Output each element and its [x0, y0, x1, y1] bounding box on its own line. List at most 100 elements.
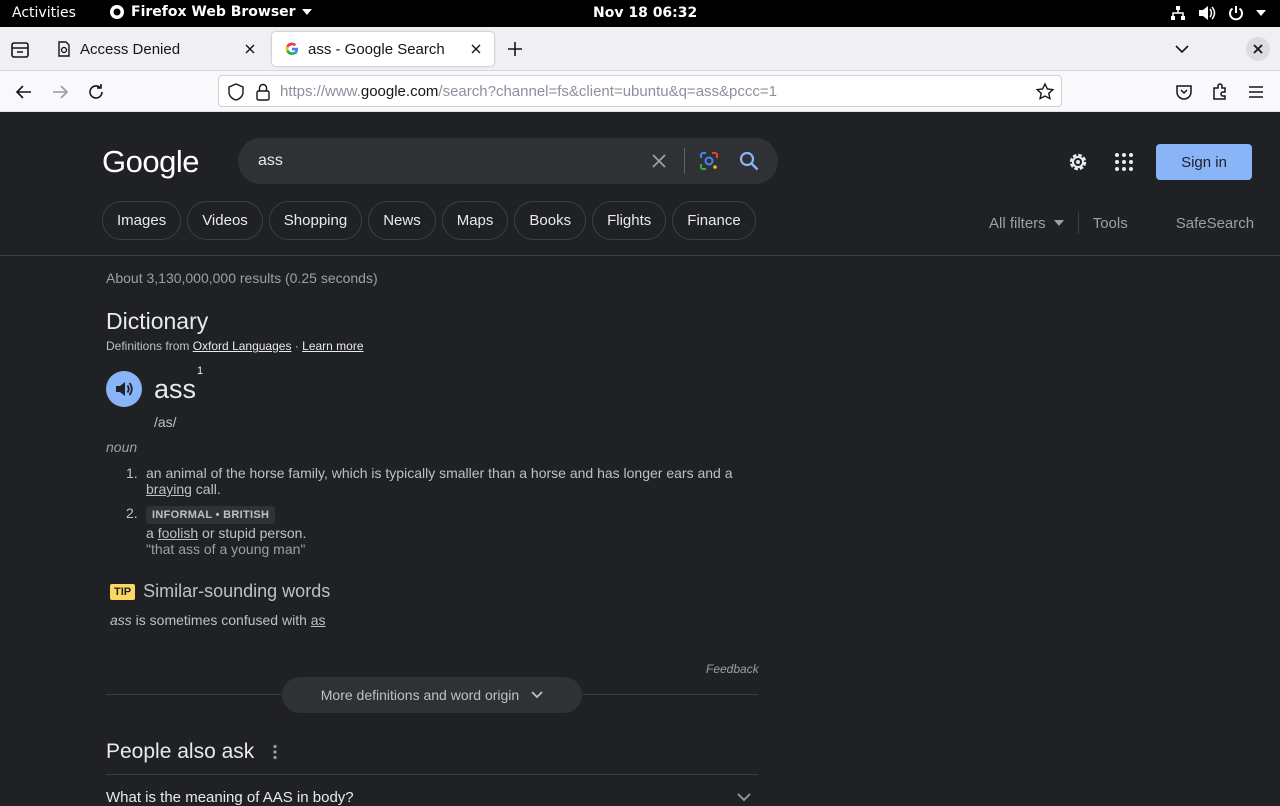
- google-results-page: Google Sign in Images Videos Shopping Ne…: [0, 112, 1280, 806]
- bookmark-star-icon[interactable]: [1035, 82, 1055, 102]
- clear-search-icon[interactable]: [650, 152, 668, 170]
- confusion-note: ass is sometimes confused with as: [110, 612, 326, 628]
- reload-icon[interactable]: [86, 82, 106, 102]
- chip-maps[interactable]: Maps: [441, 201, 509, 240]
- chip-flights[interactable]: Flights: [592, 201, 667, 240]
- tools-button[interactable]: Tools: [1093, 215, 1128, 232]
- tip-title: Similar-sounding words: [143, 581, 331, 601]
- firefox-view-icon[interactable]: [8, 39, 32, 61]
- oxford-languages-link[interactable]: Oxford Languages: [193, 339, 292, 353]
- search-filter-chips: Images Videos Shopping News Maps Books F…: [102, 201, 756, 240]
- definition-text: call.: [191, 481, 221, 497]
- braying-link[interactable]: braying: [146, 481, 192, 497]
- tab-title: ass - Google Search: [308, 40, 445, 58]
- page-warning-icon: [58, 41, 70, 57]
- pronounce-button[interactable]: [106, 371, 142, 407]
- definition-text: or stupid person.: [198, 525, 307, 541]
- definitions-list: 1. an animal of the horse family, which …: [126, 465, 746, 565]
- paa-divider: [106, 774, 758, 775]
- chip-images[interactable]: Images: [102, 201, 182, 240]
- more-options-icon[interactable]: [272, 744, 278, 760]
- back-arrow-icon[interactable]: [14, 82, 34, 102]
- chip-finance[interactable]: Finance: [672, 201, 756, 240]
- tip-badge: TIP: [110, 583, 136, 600]
- usage-example: "that ass of a young man": [146, 541, 306, 557]
- close-icon: [1253, 44, 1263, 54]
- chip-books[interactable]: Books: [514, 201, 587, 240]
- app-menu[interactable]: Firefox Web Browser: [109, 4, 312, 20]
- network-icon: [1171, 6, 1185, 20]
- chevron-down-icon[interactable]: [736, 792, 752, 802]
- url-text[interactable]: https://www.google.com/search?channel=fs…: [280, 83, 777, 100]
- source-prefix: Definitions from: [106, 339, 190, 353]
- caret-down-icon: [1256, 10, 1266, 16]
- activities-button[interactable]: Activities: [12, 5, 76, 21]
- pocket-icon[interactable]: [1174, 82, 1194, 102]
- confuse-word: ass: [110, 612, 132, 628]
- register-badge: INFORMAL • BRITISH: [146, 506, 276, 524]
- as-link[interactable]: as: [311, 612, 326, 628]
- search-input[interactable]: [258, 150, 638, 172]
- tab-access-denied[interactable]: Access Denied: [44, 32, 268, 66]
- learn-more-link[interactable]: Learn more: [302, 339, 363, 353]
- caret-down-icon: [301, 9, 312, 15]
- feedback-link[interactable]: Feedback: [706, 662, 759, 676]
- google-lens-icon[interactable]: [698, 150, 720, 172]
- search-icon[interactable]: [738, 150, 760, 172]
- definition-text: an animal of the horse family, which is …: [146, 465, 733, 481]
- chevron-down-icon[interactable]: [1173, 40, 1191, 58]
- shield-icon[interactable]: [227, 83, 245, 101]
- dictionary-title: Dictionary: [106, 308, 209, 334]
- new-tab-icon[interactable]: [505, 39, 525, 59]
- search-divider: [684, 148, 685, 174]
- confuse-text: is sometimes confused with: [131, 612, 311, 628]
- chevron-down-icon: [531, 691, 543, 699]
- tab-google-search[interactable]: ass - Google Search: [272, 32, 494, 66]
- firefox-icon: [110, 5, 124, 19]
- source-separator: ·: [291, 339, 303, 353]
- google-g-icon: [285, 42, 298, 56]
- navigation-toolbar: https://www.google.com/search?channel=fs…: [0, 71, 1280, 112]
- foolish-link[interactable]: foolish: [158, 525, 198, 541]
- chip-news[interactable]: News: [368, 201, 436, 240]
- close-tab-icon[interactable]: [468, 41, 484, 57]
- search-tools-row: All filters Tools SafeSearch: [989, 212, 1254, 234]
- definition-number: 1.: [126, 465, 138, 481]
- window-close-button[interactable]: [1246, 37, 1270, 61]
- more-definitions-label: More definitions and word origin: [320, 687, 520, 703]
- chip-shopping[interactable]: Shopping: [268, 201, 363, 240]
- google-logo[interactable]: Google: [102, 144, 199, 180]
- hamburger-menu-icon[interactable]: [1246, 82, 1266, 102]
- url-bar[interactable]: https://www.google.com/search?channel=fs…: [218, 75, 1062, 107]
- close-tab-icon[interactable]: [242, 41, 258, 57]
- dictionary-source: Definitions from Oxford Languages · Lear…: [106, 339, 364, 353]
- headword-text: ass: [154, 374, 197, 404]
- system-top-bar: Activities Firefox Web Browser Nov 18 06…: [0, 0, 1280, 27]
- safesearch-button[interactable]: SafeSearch: [1176, 215, 1254, 232]
- forward-arrow-icon[interactable]: [50, 82, 70, 102]
- clock[interactable]: Nov 18 06:32: [593, 5, 697, 21]
- system-menu[interactable]: [1170, 5, 1266, 21]
- paa-question[interactable]: What is the meaning of AAS in body?: [106, 789, 354, 806]
- tab-strip: Access Denied ass - Google Search: [0, 27, 1280, 71]
- more-definitions-button[interactable]: More definitions and word origin: [282, 677, 582, 713]
- caret-down-icon[interactable]: [1053, 220, 1064, 226]
- similar-sounding-tip: TIP Similar-sounding words: [110, 581, 330, 602]
- all-filters-button[interactable]: All filters: [989, 215, 1046, 232]
- tab-title: Access Denied: [80, 40, 181, 58]
- speaker-icon: [116, 382, 133, 396]
- part-of-speech: noun: [106, 439, 138, 455]
- definition-text: a: [146, 525, 158, 541]
- people-also-ask-title: People also ask: [106, 740, 255, 763]
- phonetic: /as/: [154, 414, 177, 430]
- extensions-icon[interactable]: [1210, 82, 1230, 102]
- search-box[interactable]: [238, 138, 778, 184]
- lock-icon[interactable]: [255, 83, 271, 101]
- google-apps-icon[interactable]: [1113, 151, 1135, 173]
- settings-gear-icon[interactable]: [1066, 150, 1090, 174]
- headword: ass1: [154, 365, 203, 405]
- sign-in-button[interactable]: Sign in: [1156, 144, 1252, 180]
- chip-videos[interactable]: Videos: [187, 201, 263, 240]
- header-divider: [0, 255, 1280, 256]
- app-name: Firefox Web Browser: [131, 4, 296, 20]
